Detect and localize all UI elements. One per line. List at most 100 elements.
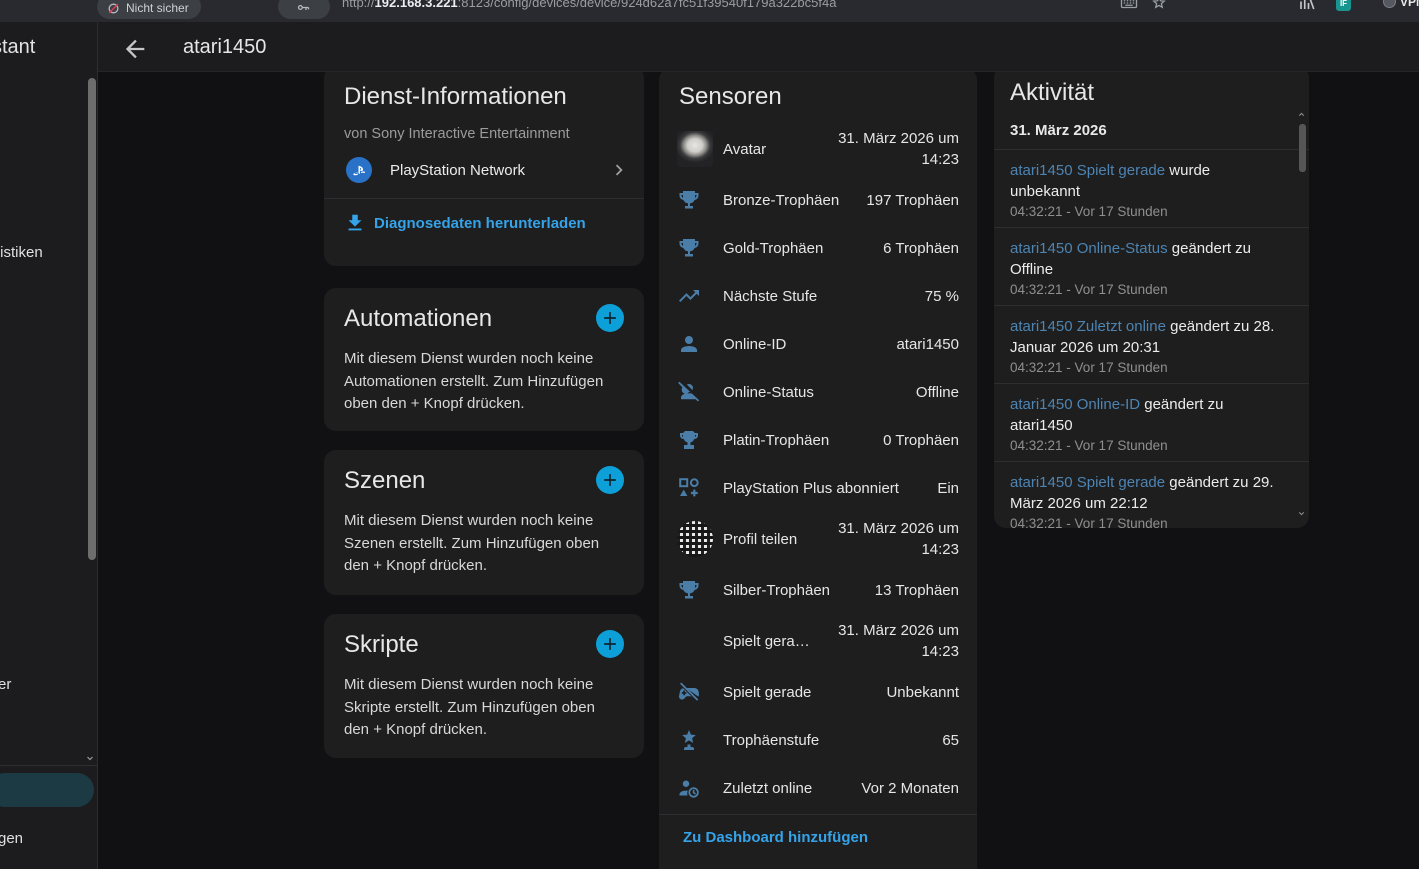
sensor-row-silver[interactable]: Silber-Trophäen 13 Trophäen: [659, 566, 977, 614]
keyboard-icon[interactable]: [1120, 0, 1138, 12]
key-icon: [296, 0, 311, 15]
stats-icon[interactable]: [1298, 0, 1316, 12]
sensor-value: 0 Trophäen: [883, 430, 959, 451]
activity-card: Aktivität 31. März 2026 atari1450 Spielt…: [994, 72, 1309, 528]
profile-avatar[interactable]: [1383, 0, 1396, 8]
integration-row[interactable]: PlayStation Network: [324, 142, 644, 198]
activity-scrollbar[interactable]: [1299, 124, 1306, 172]
trophy-icon: [677, 578, 701, 602]
sensor-label: Silber-Trophäen: [717, 582, 875, 599]
scripts-card: Skripte Mit diesem Dienst wurden noch ke…: [324, 614, 644, 758]
logbook-entity-link[interactable]: atari1450 Spielt gerade: [1010, 162, 1165, 179]
sensor-value: 31. März 2026 um 14:23: [835, 518, 959, 560]
playstation-shapes-icon: [677, 476, 701, 500]
sensor-row-online-id[interactable]: Online-ID atari1450: [659, 320, 977, 368]
sensor-row-now-playing-time[interactable]: Spielt gera… 31. März 2026 um 14:23: [659, 614, 977, 668]
sensor-row-gold[interactable]: Gold-Trophäen 6 Trophäen: [659, 224, 977, 272]
logbook-time: 04:32:21 - Vor 17 Stunden: [1010, 360, 1283, 375]
scenes-title: Szenen: [344, 466, 425, 496]
logbook-entity-link[interactable]: atari1450 Spielt gerade: [1010, 474, 1165, 491]
chevron-down-icon: [84, 752, 96, 764]
sensor-value: 65: [942, 730, 959, 751]
sensor-value: atari1450: [896, 334, 959, 355]
back-button[interactable]: [121, 35, 149, 63]
sensors-card: Sensoren Avatar 31. März 2026 um 14:23 B…: [659, 72, 977, 869]
plus-icon: [600, 308, 620, 328]
plus-icon: [600, 470, 620, 490]
sensor-row-ps-plus[interactable]: PlayStation Plus abonniert Ein: [659, 464, 977, 512]
download-icon: [344, 212, 366, 234]
sensor-value: Unbekannt: [886, 682, 959, 703]
activity-date-header: 31. März 2026: [994, 108, 1309, 149]
add-automation-button[interactable]: [596, 304, 624, 332]
trophy-variant-icon: [677, 428, 701, 452]
app-title-truncated: stant: [0, 22, 35, 72]
scripts-empty-text: Mit diesem Dienst wurden noch keine Skri…: [344, 674, 624, 742]
sensor-label: Avatar: [717, 141, 835, 158]
playstation-logo-icon: [346, 157, 372, 183]
sensor-row-platinum[interactable]: Platin-Trophäen 0 Trophäen: [659, 416, 977, 464]
add-scene-button[interactable]: [596, 466, 624, 494]
sensor-label: Trophäenstufe: [717, 732, 942, 749]
add-to-dashboard-link[interactable]: Zu Dashboard hinzufügen: [659, 815, 977, 860]
download-diagnostics-link[interactable]: Diagnosedaten herunterladen: [324, 199, 644, 247]
logbook-entity-link[interactable]: atari1450 Zuletzt online: [1010, 318, 1166, 335]
sensor-row-last-online[interactable]: Zuletzt online Vor 2 Monaten: [659, 764, 977, 812]
security-chip-label: Nicht sicher: [126, 1, 189, 15]
url-path: :8123/config/devices/device/924d62a7fc51…: [458, 0, 837, 10]
page-header: [98, 22, 1419, 72]
logbook-entry: atari1450 Zuletzt online geändert zu 28.…: [994, 305, 1309, 383]
sensor-label: Profil teilen: [717, 531, 835, 548]
profile-label: VPN: [1400, 0, 1419, 9]
account-clock-icon: [677, 776, 701, 800]
key-chip[interactable]: [278, 0, 330, 19]
logbook-time: 04:32:21 - Vor 17 Stunden: [1010, 282, 1283, 297]
logbook-entity-link[interactable]: atari1450 Online-ID: [1010, 396, 1140, 413]
bookmark-star-icon[interactable]: [1150, 0, 1168, 12]
sidebar-item-developer[interactable]: er: [0, 676, 11, 693]
url-host: 192.168.3.221: [375, 0, 458, 10]
sidebar-scrollbar[interactable]: [88, 78, 96, 560]
account-icon: [677, 332, 701, 356]
sensor-value: 13 Trophäen: [875, 580, 959, 601]
logbook-entry: atari1450 Online-Status geändert zu Offl…: [994, 227, 1309, 305]
sensor-label: Platin-Trophäen: [717, 432, 883, 449]
sensor-row-share-profile[interactable]: Profil teilen 31. März 2026 um 14:23: [659, 512, 977, 566]
add-script-button[interactable]: [596, 630, 624, 658]
sidebar-selected-item[interactable]: [0, 773, 94, 807]
page-title: atari1450: [183, 22, 266, 72]
sidebar-item-statistics[interactable]: tistiken: [0, 244, 43, 261]
service-info-title: Dienst-Informationen: [324, 72, 644, 112]
sensor-label: Online-ID: [717, 336, 896, 353]
sensor-value: Vor 2 Monaten: [861, 778, 959, 799]
address-bar[interactable]: http://192.168.3.221:8123/config/devices…: [342, 0, 836, 10]
logbook-time: 04:32:21 - Vor 17 Stunden: [1010, 204, 1283, 219]
activity-title: Aktivität: [994, 72, 1309, 108]
logbook-entry: atari1450 Spielt gerade wurde unbekannt …: [994, 149, 1309, 227]
sensor-row-online-status[interactable]: Online-Status Offline: [659, 368, 977, 416]
scenes-empty-text: Mit diesem Dienst wurden noch keine Szen…: [344, 510, 624, 578]
device-page-content: Dienst-Informationen von Sony Interactiv…: [98, 72, 1419, 869]
qr-code-image: [677, 521, 713, 557]
scroll-up-icon[interactable]: [1297, 110, 1306, 119]
sensor-row-bronze[interactable]: Bronze-Trophäen 197 Trophäen: [659, 176, 977, 224]
logbook-entry: atari1450 Spielt gerade geändert zu 29. …: [994, 461, 1309, 528]
not-secure-icon: [107, 2, 120, 15]
sensor-row-trophy-level[interactable]: Trophäenstufe 65: [659, 716, 977, 764]
sensor-value: 75 %: [925, 286, 959, 307]
trending-up-icon: [677, 284, 701, 308]
sensor-row-avatar[interactable]: Avatar 31. März 2026 um 14:23: [659, 122, 977, 176]
scripts-title: Skripte: [344, 630, 419, 660]
extension-if-badge[interactable]: IF: [1336, 0, 1351, 11]
sensor-value: Offline: [916, 382, 959, 403]
sidebar-item-settings[interactable]: gen: [0, 830, 23, 847]
logbook-entity-link[interactable]: atari1450 Online-Status: [1010, 240, 1168, 257]
security-chip[interactable]: Nicht sicher: [97, 0, 201, 19]
controller-off-icon: [677, 680, 701, 704]
sensor-label: Spielt gera…: [717, 633, 835, 650]
sensor-row-now-playing[interactable]: Spielt gerade Unbekannt: [659, 668, 977, 716]
scroll-down-icon[interactable]: [1297, 509, 1306, 518]
sensor-label: Online-Status: [717, 384, 916, 401]
sidebar-divider: [0, 765, 98, 766]
sensor-row-next-level[interactable]: Nächste Stufe 75 %: [659, 272, 977, 320]
